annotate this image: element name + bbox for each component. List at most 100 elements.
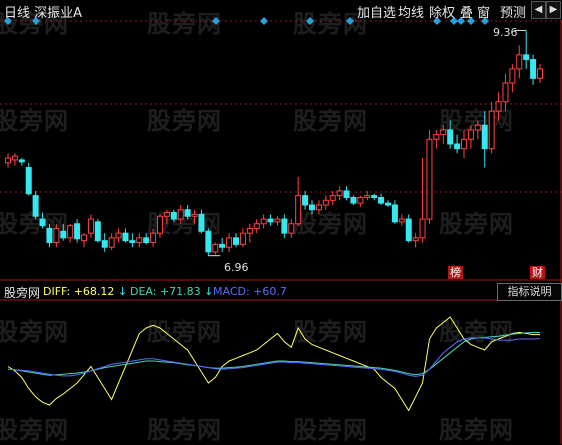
candle-body xyxy=(136,237,143,244)
candle-body xyxy=(433,134,440,140)
candle-body xyxy=(502,82,509,103)
candle-body xyxy=(523,54,530,61)
candle-body xyxy=(398,218,405,223)
candle-body xyxy=(219,243,226,248)
candle-body xyxy=(32,195,39,217)
ranking-marker[interactable]: 榜 xyxy=(448,266,463,279)
candle-body xyxy=(288,223,295,234)
candle-body xyxy=(385,202,391,206)
candle-body xyxy=(163,212,170,217)
candle-body xyxy=(537,68,543,79)
high-price-label: 9.36 xyxy=(493,26,518,39)
candle-body xyxy=(108,237,115,248)
indicator-line-diff xyxy=(7,316,540,412)
toolbar: 日线 深振业A 加自选 均线 除权 叠 窗 预测 ◀ ▶ xyxy=(0,0,562,21)
candle-body xyxy=(18,159,25,163)
candle-body xyxy=(212,243,219,253)
candle-body xyxy=(309,204,315,211)
candle-body xyxy=(336,190,343,197)
dea-value: DEA: +71.83 ↓ xyxy=(130,285,213,298)
grid xyxy=(0,20,562,444)
price-and-indicator-chart[interactable] xyxy=(0,0,562,444)
overlay-button[interactable]: 叠 xyxy=(460,2,473,21)
candle-body xyxy=(11,155,18,161)
candle-body xyxy=(191,213,198,217)
candle-body xyxy=(488,110,495,150)
candle-body xyxy=(67,225,74,239)
candle-body xyxy=(447,129,454,145)
dea-text: DEA: +71.83 xyxy=(130,285,201,298)
candle-body xyxy=(115,232,122,239)
window-button[interactable]: 窗 xyxy=(477,2,490,21)
candle-body xyxy=(233,237,239,245)
diff-value: DIFF: +68.12 ↓ xyxy=(43,285,127,298)
candle-body xyxy=(364,195,371,198)
candle-body xyxy=(322,199,329,206)
down-arrow-icon: ↓ xyxy=(200,285,214,298)
candle-body xyxy=(461,138,467,150)
moving-average-button[interactable]: 均线 xyxy=(398,2,424,21)
candle-body xyxy=(315,204,322,211)
candle-body xyxy=(391,204,398,223)
candle-body xyxy=(378,196,385,204)
candle-body xyxy=(405,218,412,242)
candle-body xyxy=(25,166,32,195)
down-arrow-icon: ↓ xyxy=(114,285,128,298)
candle-body xyxy=(260,218,267,225)
diff-text: DIFF: +68.12 xyxy=(43,285,115,298)
candle-body xyxy=(177,209,184,220)
candle-body xyxy=(281,218,288,234)
candle-body xyxy=(94,221,101,242)
candle-body xyxy=(329,195,336,201)
candle-body xyxy=(295,195,302,225)
chart-window: 股旁网 股旁网 股旁网 股旁网 股旁网 股旁网 股旁网 股旁网 股旁网 股旁网 … xyxy=(0,0,562,444)
candle-body xyxy=(122,232,129,242)
candle-body xyxy=(412,237,419,242)
candle-body xyxy=(150,232,157,244)
next-arrow-icon[interactable]: ▶ xyxy=(546,1,561,19)
forecast-button[interactable]: 预测 xyxy=(500,2,526,21)
finance-marker[interactable]: 财 xyxy=(530,266,545,279)
candle-body xyxy=(509,68,516,84)
prev-arrow-icon[interactable]: ◀ xyxy=(531,1,546,19)
indicator-line-dea xyxy=(7,331,541,376)
indicator-lines xyxy=(7,316,541,412)
candle-body xyxy=(53,227,60,244)
candle-body xyxy=(60,230,67,239)
candle-body xyxy=(474,124,481,131)
low-price-label: 6.96 xyxy=(224,261,249,274)
candle-body xyxy=(267,218,274,223)
indicator-name: 股旁网 xyxy=(4,286,41,300)
candle-body xyxy=(101,240,108,248)
candle-body xyxy=(495,101,502,112)
candle-body xyxy=(184,209,191,217)
candle-body xyxy=(46,227,53,244)
candle-body xyxy=(226,237,233,248)
candle-body xyxy=(5,157,11,164)
candle-body xyxy=(481,124,488,150)
candle-body xyxy=(350,196,357,204)
candle-body xyxy=(357,196,364,204)
candlesticks xyxy=(5,29,543,257)
candle-body xyxy=(530,59,537,79)
candle-body xyxy=(467,129,474,140)
candle-body xyxy=(426,138,433,220)
candle-body xyxy=(198,213,205,232)
candle-body xyxy=(246,227,253,234)
candle-body xyxy=(371,195,378,198)
candle-body xyxy=(302,195,309,206)
indicator-explain-button[interactable]: 指标说明 xyxy=(497,283,562,301)
candle-body xyxy=(419,218,426,239)
add-watchlist-button[interactable]: 加自选 xyxy=(357,2,396,21)
candle-body xyxy=(81,234,87,242)
candle-body xyxy=(157,215,163,234)
candle-body xyxy=(205,230,212,253)
candle-body xyxy=(274,218,281,223)
candle-body xyxy=(39,218,46,227)
ex-rights-button[interactable]: 除权 xyxy=(429,2,455,21)
candle-body xyxy=(239,232,246,245)
candle-body xyxy=(87,218,94,234)
candle-body xyxy=(143,237,150,244)
candle-body xyxy=(253,223,260,229)
candle-body xyxy=(343,190,350,198)
